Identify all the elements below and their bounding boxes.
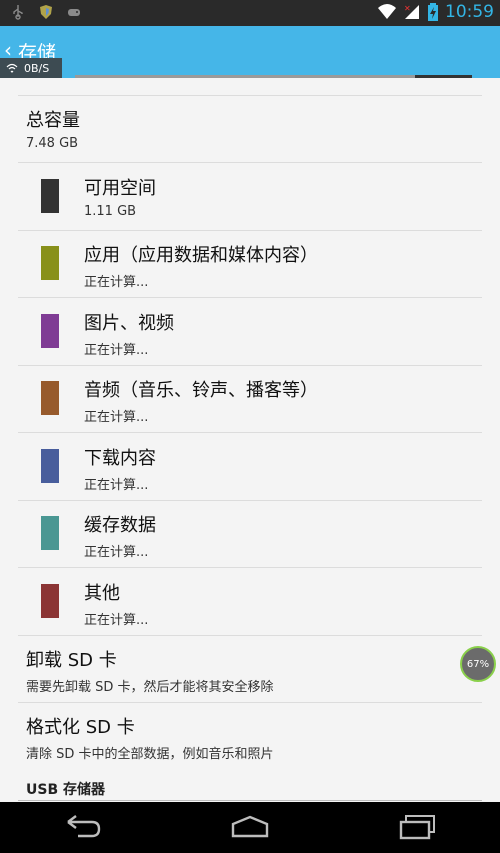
progress-value: 67% <box>466 658 490 670</box>
storage-item-value: 正在计算... <box>84 275 149 290</box>
navigation-bar <box>0 802 500 853</box>
action-bar: ‹ 存储 <box>0 26 500 78</box>
color-swatch <box>41 449 59 483</box>
color-swatch <box>41 179 59 213</box>
wifi-small-icon <box>6 63 18 73</box>
storage-item-label: 图片、视频 <box>84 313 174 334</box>
section-header-label: USB 存储器 <box>26 782 105 798</box>
storage-item-value: 正在计算... <box>84 343 149 358</box>
divider <box>18 162 482 163</box>
format-sd-title: 格式化 SD 卡 <box>26 717 135 738</box>
usb-icon <box>13 5 23 20</box>
section-divider <box>18 800 482 801</box>
storage-item-label: 可用空间 <box>84 178 156 199</box>
storage-item-value: 1.11 GB <box>84 204 137 219</box>
clock: 10:59 <box>445 2 494 22</box>
storage-item-value: 正在计算... <box>84 545 149 560</box>
storage-list: 总容量 7.48 GB 可用空间 1.11 GB 应用（应用数据和媒体内容） 正… <box>0 78 500 802</box>
storage-item-value: 正在计算... <box>84 613 149 628</box>
divider <box>18 635 482 636</box>
color-swatch <box>41 314 59 348</box>
recent-apps-icon[interactable] <box>398 814 438 840</box>
storage-item-value: 正在计算... <box>84 410 149 425</box>
game-controller-icon <box>68 9 80 16</box>
divider <box>18 365 482 366</box>
color-swatch <box>41 246 59 280</box>
shield-icon <box>40 5 52 19</box>
wifi-icon <box>378 4 396 19</box>
color-swatch <box>41 516 59 550</box>
divider <box>18 432 482 433</box>
unmount-sd-desc: 需要先卸载 SD 卡，然后才能将其安全移除 <box>26 680 274 695</box>
divider <box>18 95 482 96</box>
color-swatch <box>41 381 59 415</box>
network-speed-value: 0B/S <box>24 61 50 75</box>
color-swatch <box>41 584 59 618</box>
storage-item-label: 音频（音乐、铃声、播客等） <box>84 380 318 401</box>
divider <box>18 500 482 501</box>
signal-icon: ✕ <box>404 4 419 19</box>
storage-item-value: 正在计算... <box>84 478 149 493</box>
storage-item-label: 应用（应用数据和媒体内容） <box>84 245 318 266</box>
divider <box>18 702 482 703</box>
format-sd-desc: 清除 SD 卡中的全部数据，例如音乐和照片 <box>26 747 274 762</box>
status-bar: ✕ 10:59 <box>0 0 500 26</box>
floating-progress-badge[interactable]: 67% <box>460 646 496 682</box>
total-capacity-value: 7.48 GB <box>26 136 79 151</box>
storage-item-label: 其他 <box>84 583 120 604</box>
storage-item-label: 缓存数据 <box>84 515 156 536</box>
network-speed-indicator: 0B/S <box>0 58 62 78</box>
divider <box>18 297 482 298</box>
storage-item-label: 下载内容 <box>84 448 156 469</box>
total-capacity-label: 总容量 <box>26 110 80 131</box>
unmount-sd-title: 卸载 SD 卡 <box>26 650 117 671</box>
battery-icon <box>428 3 438 21</box>
home-icon[interactable] <box>230 814 270 840</box>
back-icon[interactable] <box>64 814 102 840</box>
svg-text:✕: ✕ <box>404 4 411 13</box>
divider <box>18 567 482 568</box>
divider <box>18 230 482 231</box>
